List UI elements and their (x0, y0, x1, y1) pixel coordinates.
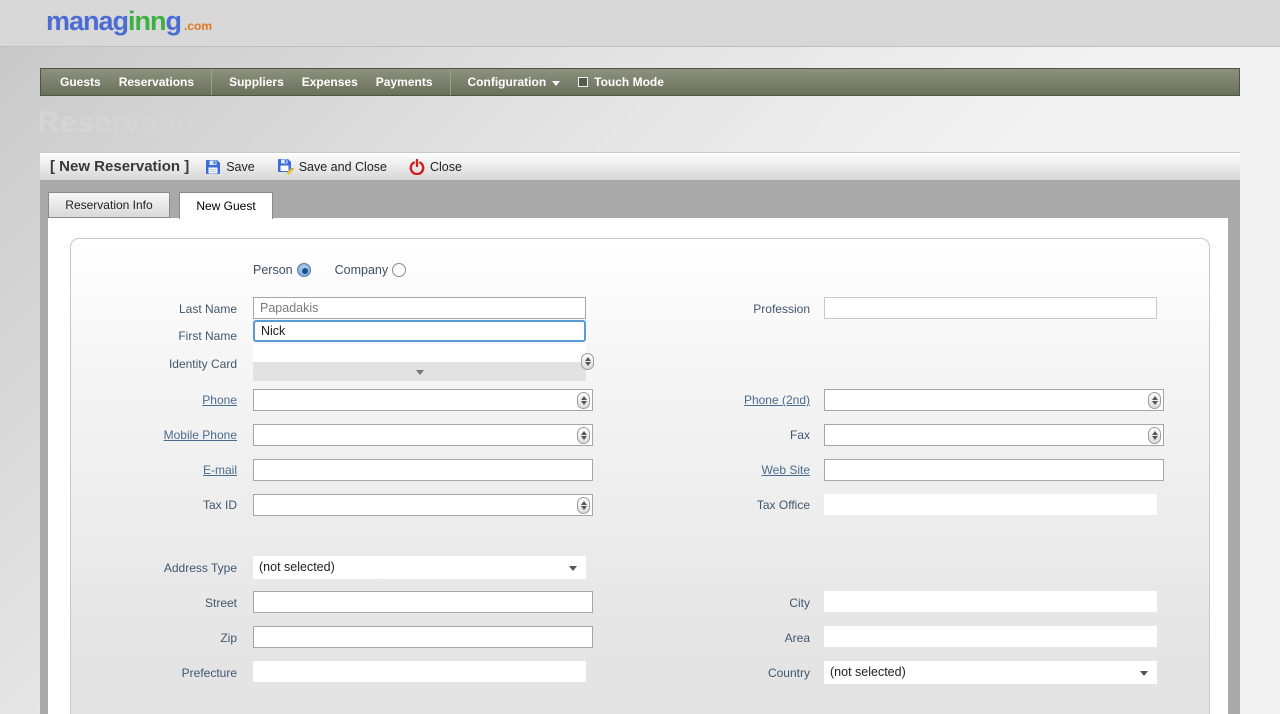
logo-text-com: .com (184, 19, 213, 33)
area-input[interactable] (824, 626, 1157, 647)
chevron-down-icon (415, 370, 424, 375)
page-title: Reservation (38, 106, 216, 139)
prefecture-input[interactable] (253, 661, 586, 682)
close-button[interactable]: Close (409, 158, 462, 175)
close-icon (409, 158, 425, 175)
tax-office-input[interactable] (824, 494, 1157, 515)
chevron-down-icon (569, 566, 577, 571)
nav-item-configuration[interactable]: Configuration (459, 75, 570, 89)
nav-item-expenses[interactable]: Expenses (293, 75, 367, 89)
first-name-label: First Name (178, 329, 237, 343)
close-button-label: Close (429, 159, 462, 174)
last-name-input[interactable] (253, 297, 586, 319)
tab-new-guest[interactable]: New Guest (179, 192, 273, 219)
address-type-select[interactable]: (not selected) (253, 556, 586, 579)
tax-office-label: Tax Office (756, 498, 810, 512)
logo-text-manag: manag (46, 6, 129, 36)
mobile-phone-input[interactable] (253, 424, 593, 446)
configuration-label: Configuration (467, 75, 547, 89)
fax-spinner[interactable] (1148, 427, 1161, 444)
profession-label: Profession (753, 302, 810, 316)
mobile-phone-label-link[interactable]: Mobile Phone (40, 427, 237, 443)
zip-label: Zip (220, 631, 237, 645)
phone-input[interactable] (253, 389, 593, 411)
phone-2nd-spinner[interactable] (1148, 392, 1161, 409)
nav-item-guests[interactable]: Guests (51, 75, 110, 89)
street-input[interactable] (253, 591, 593, 613)
save-icon (206, 159, 221, 174)
logo-text-g: g (165, 6, 182, 36)
email-input[interactable] (253, 459, 593, 481)
email-label-link[interactable]: E-mail (40, 462, 237, 478)
street-label: Street (204, 596, 237, 610)
main-navbar: Guests Reservations Suppliers Expenses P… (40, 68, 1240, 96)
person-radio-label: Person (253, 263, 293, 277)
web-site-input[interactable] (824, 459, 1164, 481)
save-and-close-button[interactable]: Save and Close (277, 158, 387, 175)
chevron-down-icon (552, 81, 561, 86)
nav-item-reservations[interactable]: Reservations (110, 75, 203, 89)
record-toolbar: [ New Reservation ] Save Save and Close … (40, 152, 1240, 181)
company-radio[interactable] (392, 263, 407, 277)
save-and-close-icon (277, 159, 294, 175)
first-name-input[interactable] (253, 320, 586, 342)
nav-separator (211, 69, 213, 95)
phone-spinner[interactable] (577, 392, 590, 409)
tax-id-input[interactable] (253, 494, 593, 516)
person-radio[interactable] (296, 263, 311, 277)
identity-card-spinner[interactable] (581, 353, 594, 370)
touch-mode-label: Touch Mode (594, 75, 664, 89)
address-type-label: Address Type (163, 561, 237, 575)
tax-id-label: Tax ID (202, 498, 237, 512)
fax-label: Fax (789, 428, 810, 442)
country-value: (not selected) (830, 665, 906, 679)
identity-card-dropdown[interactable] (253, 362, 586, 381)
country-label: Country (767, 666, 810, 680)
area-label: Area (784, 631, 810, 645)
profession-input[interactable] (824, 297, 1157, 319)
nav-item-suppliers[interactable]: Suppliers (220, 75, 293, 89)
entity-type-radio-group: Person Company (253, 262, 407, 278)
fax-input[interactable] (824, 424, 1164, 446)
address-type-value: (not selected) (259, 560, 335, 574)
tab-reservation-info[interactable]: Reservation Info (48, 192, 170, 218)
touch-mode-checkbox[interactable] (578, 77, 589, 87)
save-button[interactable]: Save (205, 159, 255, 175)
country-select[interactable]: (not selected) (824, 661, 1157, 684)
nav-separator (449, 69, 451, 95)
app-screen: managinng .com Guests Reservations Suppli… (0, 0, 1280, 714)
record-context-label: [ New Reservation ] (50, 158, 190, 175)
web-site-label-link[interactable]: Web Site (640, 462, 810, 478)
managinn-logo[interactable]: managinng .com (46, 6, 212, 37)
identity-card-label: Identity Card (168, 357, 237, 371)
tax-id-spinner[interactable] (577, 497, 590, 514)
phone-2nd-input[interactable] (824, 389, 1164, 411)
zip-input[interactable] (253, 626, 593, 648)
prefecture-label: Prefecture (181, 666, 237, 680)
save-button-label: Save (226, 159, 255, 174)
logo-text-inn: inn (128, 6, 166, 36)
identity-card-input[interactable] (253, 344, 586, 362)
touch-mode-toggle[interactable]: Touch Mode (569, 75, 673, 89)
company-radio-label: Company (334, 263, 389, 277)
phone-2nd-label-link[interactable]: Phone (2nd) (640, 392, 810, 408)
last-name-label: Last Name (178, 302, 237, 316)
mobile-phone-spinner[interactable] (577, 427, 590, 444)
city-input[interactable] (824, 591, 1157, 612)
chevron-down-icon (1140, 671, 1148, 676)
save-and-close-button-label: Save and Close (298, 159, 387, 174)
phone-label-link[interactable]: Phone (40, 392, 237, 408)
nav-item-payments[interactable]: Payments (367, 75, 442, 89)
city-label: City (789, 596, 810, 610)
